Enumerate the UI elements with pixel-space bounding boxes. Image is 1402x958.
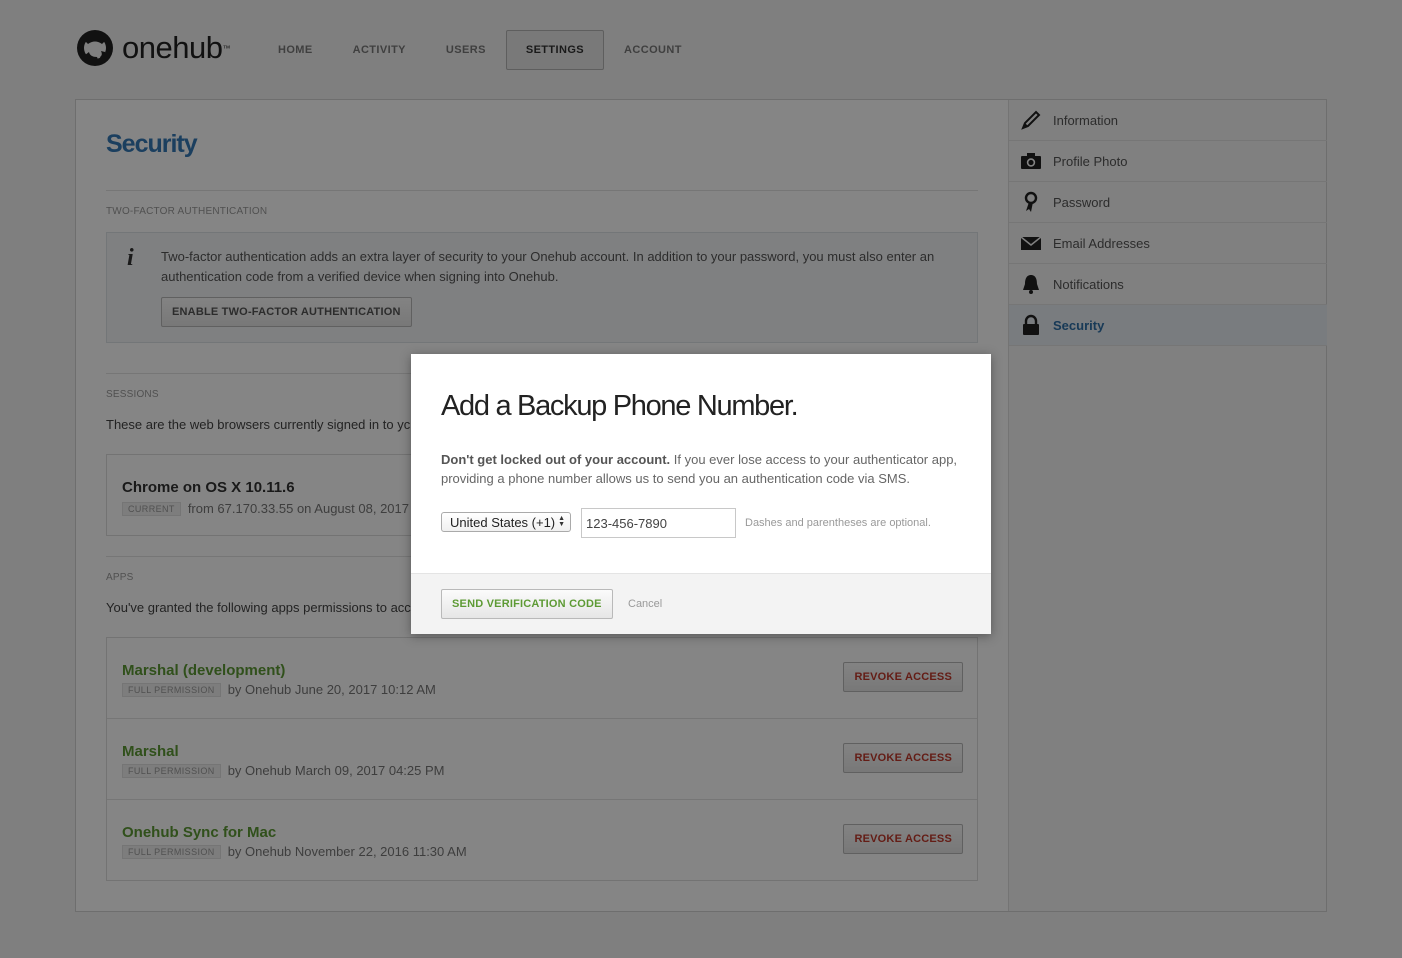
modal-description-bold: Don't get locked out of your account.: [441, 452, 671, 467]
modal-title: Add a Backup Phone Number.: [441, 390, 799, 422]
country-select[interactable]: United States (+1) ▲ ▼: [441, 512, 571, 532]
country-select-value: United States (+1): [450, 514, 556, 530]
phone-number-input[interactable]: 123-456-7890: [581, 508, 736, 538]
modal-footer: SEND VERIFICATION CODE Cancel: [411, 573, 991, 634]
modal-description: Don't get locked out of your account. If…: [441, 450, 961, 488]
backup-phone-modal: Add a Backup Phone Number. Don't get loc…: [411, 354, 991, 634]
select-arrows-icon: ▲ ▼: [558, 515, 565, 528]
cancel-link[interactable]: Cancel: [628, 598, 662, 610]
phone-hint: Dashes and parentheses are optional.: [745, 517, 931, 529]
send-verification-code-button[interactable]: SEND VERIFICATION CODE: [441, 589, 613, 619]
